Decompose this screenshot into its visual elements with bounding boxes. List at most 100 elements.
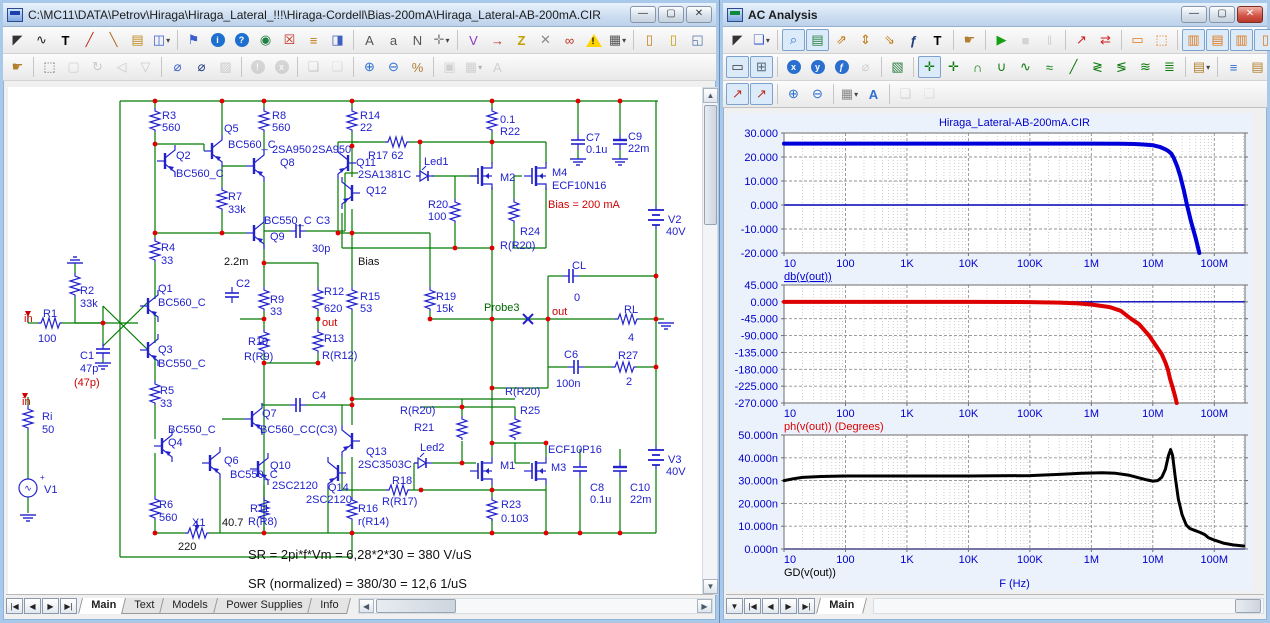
search-icon[interactable]: ⌀ [854,56,877,78]
title-block-icon[interactable]: ▯ [662,29,685,51]
stop-circle-icon[interactable]: x [270,56,293,78]
tracker-icon[interactable]: ⊞ [750,56,773,78]
properties-icon[interactable]: ☛ [958,29,981,51]
hscroll-thumb[interactable] [1235,599,1261,613]
send-back-icon[interactable]: ❏ [326,56,349,78]
shapes-icon[interactable]: ❑▾ [750,29,773,51]
select-area-icon[interactable]: ⬚ [38,56,61,78]
maximize-button[interactable]: ▢ [1209,6,1235,23]
zoom-in-icon[interactable]: ⊕ [782,83,805,105]
layer-back-icon[interactable]: ❏ [918,83,941,105]
scroll-left-icon[interactable]: ◀ [359,599,374,613]
scroll-down-icon[interactable]: ▼ [703,579,718,594]
find-component-icon[interactable]: ▤ [126,29,149,51]
close-button[interactable]: ✕ [686,6,712,23]
link-browser-icon[interactable]: ◉ [254,29,277,51]
animate-step-icon[interactable]: ↗ [1070,29,1093,51]
help-mode-icon[interactable]: ? [230,29,253,51]
minimize-button[interactable]: — [630,6,656,23]
flip-y-icon[interactable]: ▽ [134,56,157,78]
zoom-window-icon[interactable]: ⌕ [782,29,805,51]
wave-family-icon[interactable]: ≣ [1158,56,1181,78]
first-page-icon[interactable]: |◀ [744,598,761,614]
data-points-icon[interactable]: ▭ [1126,29,1149,51]
horizontal-axis-icon[interactable]: ▭ [726,56,749,78]
next-page-icon[interactable]: ▶ [780,598,797,614]
clear-selection-icon[interactable]: ▢ [62,56,85,78]
grid-icon[interactable]: ▦▾ [606,29,629,51]
pin-connections-icon[interactable]: ✕ [534,29,557,51]
maximize-button[interactable]: ▢ [658,6,684,23]
cursor-fx-icon[interactable]: ƒ [830,56,853,78]
select-tool-icon[interactable]: ◤ [6,29,29,51]
tab-info[interactable]: Info [307,598,351,614]
prev-page-icon[interactable]: ◀ [762,598,779,614]
wave-global-high-icon[interactable]: ≶ [1110,56,1133,78]
point-tag-icon[interactable]: ⇘ [878,29,901,51]
tab-main[interactable]: Main [816,598,867,614]
flip-x-icon[interactable]: ◁ [110,56,133,78]
attribute-list-icon[interactable]: ≡ [302,29,325,51]
panel-4-icon[interactable]: ▯ [1254,29,1270,51]
graphics-mode-icon[interactable]: ╲ [102,29,125,51]
cursor-mode-icon[interactable]: ⇕ [854,29,877,51]
properties-icon[interactable]: ☛ [6,56,29,78]
text-mode-icon[interactable]: T [926,29,949,51]
component-shapes-icon[interactable]: ◫▾ [150,29,173,51]
show-attribute-text-icon[interactable]: A [358,29,381,51]
text-mode-icon[interactable]: T [54,29,77,51]
font-icon[interactable]: A [862,83,885,105]
panel-3-icon[interactable]: ▥ [1230,29,1253,51]
goto-flag-icon[interactable]: ▨ [214,56,237,78]
bring-front-icon[interactable]: ❏ [302,56,325,78]
split-window-icon[interactable]: ◱ [686,29,709,51]
tile-icon[interactable]: ▦▾ [462,56,485,78]
schematic-canvas[interactable]: ∿+R3560Q2BC560_CQ5BC560_CR85602SA950Q82S… [8,87,702,595]
edit-limits-icon[interactable]: ▧ [886,56,909,78]
page-image-icon[interactable]: ▣ [438,56,461,78]
last-page-icon[interactable]: ▶| [798,598,815,614]
model-check-icon[interactable]: ☒ [278,29,301,51]
currents-icon[interactable]: → [486,29,509,51]
scroll-up-icon[interactable]: ▲ [703,88,718,103]
graph-select-icon[interactable]: ▤ [806,29,829,51]
run-icon[interactable]: ▶ [990,29,1013,51]
node-voltages-icon[interactable]: V [462,29,485,51]
show-node-numbers-icon[interactable]: N [406,29,429,51]
hscroll-thumb[interactable] [376,599,456,613]
token-frame-icon[interactable]: ⬚ [1150,29,1173,51]
border-icon[interactable]: ▯ [638,29,661,51]
waveform-expression[interactable]: ph(v(out)) (Degrees) [784,421,884,433]
waveform-expression[interactable]: db(v(out)) [784,271,832,283]
zoom-out-icon[interactable]: ⊖ [382,56,405,78]
cursor-x-icon[interactable]: x [782,56,805,78]
tab-models[interactable]: Models [159,598,220,614]
wave-peak-icon[interactable]: ✛ [918,56,941,78]
first-page-icon[interactable]: |◀ [6,598,23,614]
stop-icon[interactable]: ■ [1014,29,1037,51]
sense-lines-icon[interactable]: ∞ [558,29,581,51]
zoom-in-icon[interactable]: ⊕ [358,56,381,78]
layer-front-icon[interactable]: ❏ [894,83,917,105]
powers-icon[interactable]: Z [510,29,533,51]
schematic-vscrollbar[interactable]: ▲ ▼ [702,87,718,595]
schematic-titlebar[interactable]: C:\MC11\DATA\Petrov\Hiraga\Hiraga_Latera… [3,3,716,27]
panel-1-icon[interactable]: ▥ [1182,29,1205,51]
flag-mode-icon[interactable]: ⚑ [182,29,205,51]
warning-icon[interactable] [582,29,605,51]
wave-inflection-icon[interactable]: ≷ [1086,56,1109,78]
ac-hscrollbar[interactable] [873,598,1264,614]
wire-mode-icon[interactable]: ∿ [30,29,53,51]
close-button[interactable]: ✕ [1237,6,1263,23]
minimize-button[interactable]: — [1181,6,1207,23]
wave-valley2-icon[interactable]: ≈ [1038,56,1061,78]
cursor-toggle-icon[interactable]: ↗ [750,83,773,105]
plot-area[interactable]: Hiraga_Lateral-AB-200mA.CIR30.00020.0001… [728,113,1252,591]
wave-low-icon[interactable]: ∪ [990,56,1013,78]
ac-titlebar[interactable]: AC Analysis — ▢ ✕ [723,3,1267,27]
show-grid-text-icon[interactable]: a [382,29,405,51]
pause-icon[interactable]: ‖ [1038,29,1061,51]
step-circle-icon[interactable]: ! [246,56,269,78]
waveform-expression[interactable]: GD(v(out)) [784,567,836,579]
numeric-output-icon[interactable]: ▤ [1246,56,1269,78]
